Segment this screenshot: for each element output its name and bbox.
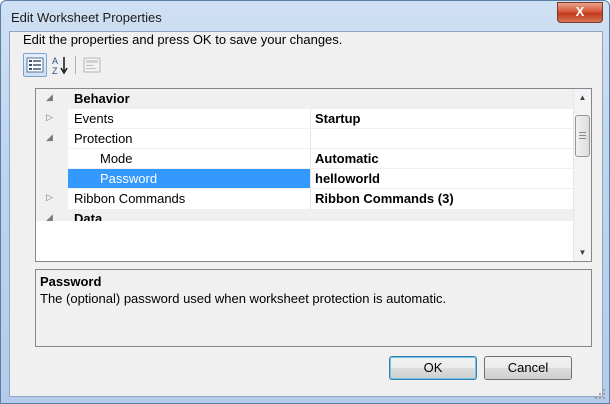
alphabetical-sort-icon: A Z xyxy=(52,56,68,76)
expand-icon[interactable]: ▷ xyxy=(46,112,53,123)
dialog-window: Edit Worksheet Properties X Edit the pro… xyxy=(0,0,610,404)
scrollbar-thumb[interactable] xyxy=(575,115,590,157)
resize-grip-icon[interactable] xyxy=(595,389,605,399)
categorized-view-icon xyxy=(26,57,44,73)
close-button[interactable]: X xyxy=(557,2,603,23)
expand-icon[interactable]: ▷ xyxy=(46,192,53,203)
column-divider xyxy=(310,169,311,189)
vertical-scrollbar[interactable]: ▲ ▼ xyxy=(573,89,591,261)
grid-row-subproperty-selected[interactable]: Password helloworld xyxy=(36,169,573,189)
column-divider xyxy=(310,189,311,209)
instructions-text: Edit the properties and press OK to save… xyxy=(23,32,343,47)
grip-line xyxy=(579,135,586,136)
property-name: Events xyxy=(74,111,114,126)
grid-row-property[interactable]: ▷ Events Startup xyxy=(36,109,573,129)
collapse-icon[interactable]: ◢ xyxy=(46,92,53,103)
toolbar-separator xyxy=(75,56,76,74)
row-gutter xyxy=(36,149,68,169)
property-grid: ◢ Behavior ▷ Events Startup ◢ Protection… xyxy=(35,88,592,262)
property-pages-button[interactable] xyxy=(80,53,104,77)
property-name: Ribbon Commands xyxy=(74,191,186,206)
grip-line xyxy=(579,132,586,133)
property-value[interactable]: Ribbon Commands (3) xyxy=(315,191,454,206)
svg-text:Z: Z xyxy=(52,66,58,76)
collapse-icon[interactable]: ◢ xyxy=(46,212,53,221)
grid-row-subproperty[interactable]: Mode Automatic xyxy=(36,149,573,169)
window-title: Edit Worksheet Properties xyxy=(11,10,162,25)
property-name: Password xyxy=(100,171,158,186)
grid-row-category[interactable]: ◢ Data xyxy=(36,209,573,221)
property-value[interactable]: Startup xyxy=(315,111,361,126)
category-name: Data xyxy=(74,211,103,221)
collapse-icon[interactable]: ◢ xyxy=(46,132,53,143)
description-panel: Password The (optional) password used wh… xyxy=(35,269,592,347)
grid-row-property[interactable]: ▷ Ribbon Commands Ribbon Commands (3) xyxy=(36,189,573,209)
property-value[interactable]: helloworld xyxy=(315,171,380,186)
category-name: Behavior xyxy=(74,91,130,106)
row-gutter xyxy=(36,169,68,189)
column-divider xyxy=(310,109,311,129)
title-bar[interactable]: Edit Worksheet Properties X xyxy=(1,1,609,31)
close-icon: X xyxy=(575,4,585,19)
column-divider xyxy=(310,129,311,149)
grid-row-property[interactable]: ◢ Protection xyxy=(36,129,573,149)
property-pages-icon xyxy=(83,57,101,73)
ok-button[interactable]: OK xyxy=(389,356,477,380)
description-title: Password xyxy=(40,274,102,289)
svg-text:A: A xyxy=(52,56,58,66)
property-name: Protection xyxy=(74,131,133,146)
property-value[interactable]: Automatic xyxy=(315,151,379,166)
grip-line xyxy=(579,138,586,139)
scroll-down-arrow-icon[interactable]: ▼ xyxy=(574,244,591,261)
description-text: The (optional) password used when worksh… xyxy=(40,291,447,306)
grid-row-category[interactable]: ◢ Behavior xyxy=(36,89,573,109)
property-name: Mode xyxy=(100,151,133,166)
column-divider xyxy=(310,149,311,169)
categorized-button[interactable] xyxy=(23,53,47,77)
alphabetical-button[interactable]: A Z xyxy=(49,53,73,77)
cancel-button[interactable]: Cancel xyxy=(484,356,572,380)
scroll-up-arrow-icon[interactable]: ▲ xyxy=(574,89,591,106)
